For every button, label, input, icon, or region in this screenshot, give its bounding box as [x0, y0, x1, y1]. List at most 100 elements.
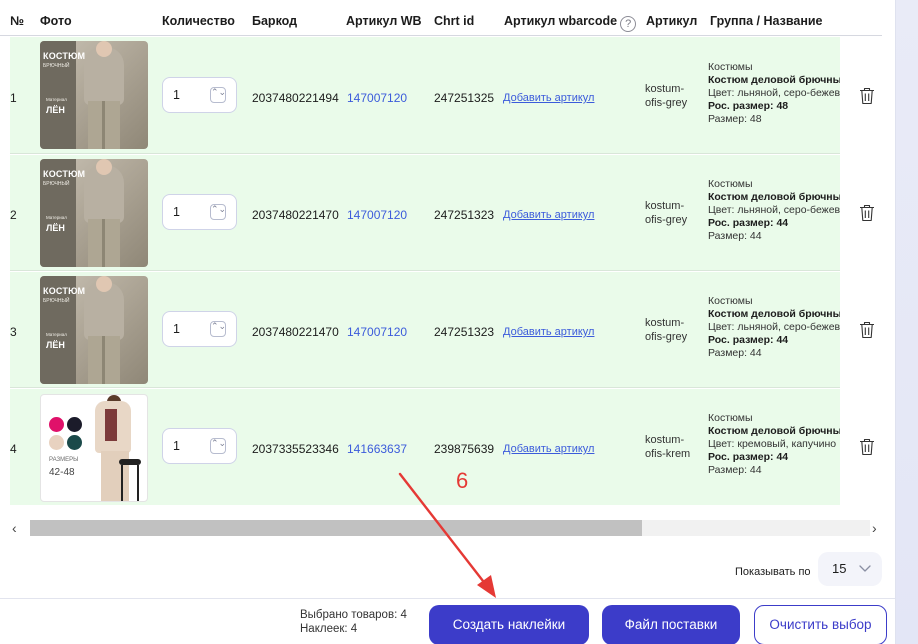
- article: kostum- ofis-grey: [645, 316, 687, 344]
- row-index: 1: [10, 91, 17, 105]
- article-line: kostum-: [645, 317, 685, 329]
- product-photo[interactable]: КОСТЮМ БРЮЧНЫЙ Материал ЛЁН: [40, 159, 148, 267]
- color: Цвет: льняной, серо-бежевый: [708, 204, 840, 216]
- footer-bar: Выбрано товаров: 4 Наклеек: 4 Создать на…: [0, 598, 895, 644]
- quantity-stepper[interactable]: 1 ⌃⌄: [162, 77, 237, 113]
- add-article-link[interactable]: Добавить артикул: [503, 326, 594, 338]
- stepper-icon[interactable]: ⌃⌄: [210, 321, 226, 337]
- trash-icon[interactable]: [859, 321, 875, 339]
- color: Цвет: льняной, серо-бежевый: [708, 87, 840, 99]
- article-line: kostum-: [645, 434, 685, 446]
- wb-article-link[interactable]: 147007120: [347, 325, 407, 339]
- size: Размер: 44: [708, 464, 762, 476]
- article-line: kostum-: [645, 83, 685, 95]
- scroll-right-icon[interactable]: ›: [872, 520, 877, 536]
- barcode: 2037480221470: [252, 208, 339, 222]
- ros-size: Рос. размер: 44: [708, 451, 789, 463]
- article-line: ofis-grey: [645, 214, 688, 226]
- photo-caption: ЛЁН: [46, 105, 65, 115]
- product-name: Костюм деловой брючный: [708, 425, 840, 437]
- article-line: ofis-krem: [645, 448, 691, 460]
- help-icon[interactable]: ?: [620, 16, 637, 32]
- size: Размер: 44: [708, 230, 762, 242]
- photo-caption-sub: Материал: [46, 215, 67, 220]
- color-swatch: [67, 435, 82, 450]
- photo-caption-sub: БРЮЧНЫЙ: [43, 181, 70, 187]
- color: Цвет: кремовый, капучино: [708, 438, 837, 450]
- stepper-icon[interactable]: ⌃⌄: [210, 87, 226, 103]
- add-article-link[interactable]: Добавить артикул: [503, 443, 594, 455]
- scroll-left-icon[interactable]: ‹: [12, 520, 17, 536]
- article-line: ofis-grey: [645, 97, 688, 109]
- product-name: Костюм деловой брючный: [708, 308, 840, 320]
- right-sidebar-strip: [895, 0, 918, 644]
- quantity-stepper[interactable]: 1 ⌃⌄: [162, 194, 237, 230]
- trash-icon[interactable]: [859, 87, 875, 105]
- quantity-stepper[interactable]: 1 ⌃⌄: [162, 428, 237, 464]
- product-name: Костюм деловой брючный: [708, 191, 840, 203]
- stepper-icon[interactable]: ⌃⌄: [210, 204, 226, 220]
- photo-caption-sub: БРЮЧНЫЙ: [43, 63, 70, 69]
- article: kostum- ofis-grey: [645, 82, 687, 110]
- add-article-link[interactable]: Добавить артикул: [503, 209, 594, 221]
- photo-caption: КОСТЮМ: [43, 169, 86, 179]
- per-page-value: 15: [832, 561, 847, 576]
- article-line: kostum-: [645, 200, 685, 212]
- article: kostum- ofis-krem: [645, 433, 690, 461]
- horizontal-scrollbar[interactable]: ‹ ›: [10, 517, 882, 539]
- photo-caption-sub: БРЮЧНЫЙ: [43, 298, 70, 304]
- quantity-value: 1: [173, 205, 180, 219]
- product-name: Костюм деловой брючный: [708, 74, 840, 86]
- size: Размер: 44: [708, 347, 762, 359]
- clear-selection-button[interactable]: Очистить выбор: [754, 605, 887, 644]
- group-name: Костюмы Костюм деловой брючный Цвет: льн…: [708, 295, 840, 360]
- col-chrt: Chrt id: [434, 14, 475, 28]
- product-photo[interactable]: КОСТЮМ БРЮЧНЫЙ Материал ЛЁН: [40, 41, 148, 149]
- group: Костюмы: [708, 61, 753, 73]
- chrt-id: 247251323: [434, 325, 495, 339]
- size: Размер: 48: [708, 113, 762, 125]
- per-page-select[interactable]: 15: [818, 552, 882, 586]
- add-article-link[interactable]: Добавить артикул: [503, 92, 594, 104]
- product-photo[interactable]: РАЗМЕРЫ 42-48: [40, 394, 148, 502]
- scroll-thumb[interactable]: [30, 520, 642, 536]
- wb-article-link[interactable]: 141663637: [347, 442, 407, 456]
- color-swatch: [49, 435, 64, 450]
- group: Костюмы: [708, 295, 753, 307]
- col-wb-article: Артикул WB: [346, 14, 422, 28]
- trash-icon[interactable]: [859, 438, 875, 456]
- col-num: №: [10, 14, 24, 28]
- quantity-stepper[interactable]: 1 ⌃⌄: [162, 311, 237, 347]
- col-barcode: Баркод: [252, 14, 298, 28]
- photo-caption-sub: Материал: [46, 97, 67, 102]
- create-stickers-button[interactable]: Создать наклейки: [429, 605, 589, 644]
- barcode: 2037335523346: [252, 442, 339, 456]
- scroll-track[interactable]: [30, 520, 870, 536]
- supply-file-button[interactable]: Файл поставки: [602, 605, 740, 644]
- group-name: Костюмы Костюм деловой брючный Цвет: льн…: [708, 178, 840, 243]
- table-row: 3 КОСТЮМ БРЮЧНЫЙ Материал ЛЁН 1 ⌃⌄ 20374…: [10, 272, 840, 388]
- article: kostum- ofis-grey: [645, 199, 687, 227]
- group-name: Костюмы Костюм деловой брючный Цвет: кре…: [708, 412, 840, 477]
- group: Костюмы: [708, 178, 753, 190]
- quantity-value: 1: [173, 439, 180, 453]
- col-article: Артикул: [646, 14, 698, 28]
- color-swatch: [49, 417, 64, 432]
- main-panel: № Фото Количество Баркод Артикул WB Chrt…: [0, 0, 895, 644]
- col-photo: Фото: [40, 14, 72, 28]
- product-photo[interactable]: КОСТЮМ БРЮЧНЫЙ Материал ЛЁН: [40, 276, 148, 384]
- color: Цвет: льняной, серо-бежевый: [708, 321, 840, 333]
- table-row: 1 КОСТЮМ БРЮЧНЫЙ Материал ЛЁН 1 ⌃⌄ 20374…: [10, 37, 840, 154]
- color-swatch: [67, 417, 82, 432]
- photo-caption: ЛЁН: [46, 223, 65, 233]
- photo-caption-sub: Материал: [46, 332, 67, 337]
- table-row: 2 КОСТЮМ БРЮЧНЫЙ Материал ЛЁН 1 ⌃⌄ 20374…: [10, 155, 840, 271]
- wb-article-link[interactable]: 147007120: [347, 208, 407, 222]
- trash-icon[interactable]: [859, 204, 875, 222]
- table-row: 4 РАЗМЕРЫ 42-48 1 ⌃⌄ 2037335523346 14166…: [10, 389, 840, 505]
- wb-article-link[interactable]: 147007120: [347, 91, 407, 105]
- col-wbarcode-label: Артикул wbarcode: [504, 14, 618, 28]
- col-qty: Количество: [162, 14, 235, 28]
- chrt-id: 239875639: [434, 442, 495, 456]
- stepper-icon[interactable]: ⌃⌄: [210, 438, 226, 454]
